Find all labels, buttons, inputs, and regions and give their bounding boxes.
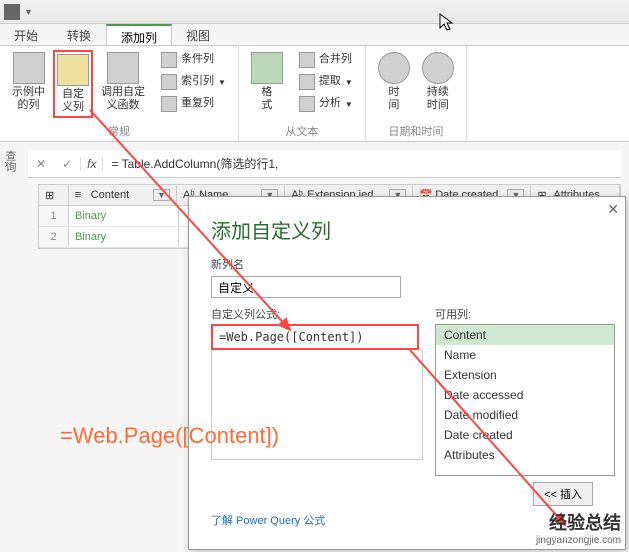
ribbon-tabs: 开始 转换 添加列 视图: [0, 24, 629, 46]
list-item[interactable]: Extension: [436, 365, 614, 385]
cell-content[interactable]: Binary: [69, 206, 179, 226]
duplicate-icon: [161, 96, 177, 112]
watermark-en: jingyanzongjie.com: [536, 535, 621, 546]
list-item[interactable]: Content: [436, 325, 614, 345]
condition-icon: [161, 52, 177, 68]
cell-content[interactable]: Binary: [69, 227, 179, 247]
group-label-general: 常规: [8, 123, 230, 139]
filter-icon[interactable]: ▼: [153, 189, 170, 201]
ribbon-group-general: 示例中的列 自定义列 调用自定义函数 条件列 索引列▼ 重复列 常规: [0, 46, 239, 141]
table-icon: [13, 52, 45, 84]
annotation-text: =Web.Page([Content]): [60, 423, 279, 449]
list-item[interactable]: Attributes: [436, 445, 614, 465]
watermark-cn: 经验总结: [536, 509, 621, 535]
example-column-button[interactable]: 示例中的列: [8, 50, 49, 118]
duplicate-column-button[interactable]: 重复列: [157, 94, 230, 114]
queries-pane-label[interactable]: 查询: [2, 150, 22, 172]
watermark: 经验总结 jingyanzongjie.com: [536, 509, 621, 546]
ribbon: 示例中的列 自定义列 调用自定义函数 条件列 索引列▼ 重复列 常规 格式 合并…: [0, 46, 629, 142]
binary-icon: ≡: [75, 189, 87, 201]
cancel-icon[interactable]: ✕: [28, 157, 54, 171]
list-item[interactable]: Date accessed: [436, 385, 614, 405]
dropdown-icon[interactable]: ▼: [24, 7, 33, 17]
row-number: 2: [39, 227, 69, 247]
merge-icon: [299, 52, 315, 68]
ribbon-group-text: 格式 合并列 提取▼ 分析▼ 从文本: [239, 46, 366, 141]
clock-icon: [378, 52, 410, 84]
add-custom-column-dialog: ✕ 添加自定义列 新列名 自定义列公式: =Web.Page([Content]…: [188, 196, 626, 550]
formula-input[interactable]: =Web.Page([Content]): [211, 324, 419, 350]
duration-button[interactable]: 持续时间: [418, 50, 458, 114]
tab-home[interactable]: 开始: [0, 24, 53, 45]
ribbon-group-datetime: 时间 持续时间 日期和时间: [366, 46, 467, 141]
list-item[interactable]: Date created: [436, 425, 614, 445]
dialog-title: 添加自定义列: [189, 197, 625, 252]
tab-add-column[interactable]: 添加列: [106, 24, 172, 45]
group-label-datetime: 日期和时间: [374, 123, 458, 139]
parse-icon: [299, 96, 315, 112]
tab-transform[interactable]: 转换: [53, 24, 106, 45]
check-icon[interactable]: ✓: [54, 157, 80, 171]
fx-label: fx: [80, 157, 103, 171]
app-icon: [4, 4, 20, 20]
available-columns-list[interactable]: Content Name Extension Date accessed Dat…: [435, 324, 615, 476]
custom-column-button[interactable]: 自定义列: [53, 50, 93, 118]
formula-bar: ✕ ✓ fx = Table.AddColumn(筛选的行1,: [28, 150, 621, 178]
index-icon: [161, 74, 177, 90]
label-available: 可用列:: [435, 302, 615, 324]
tab-view[interactable]: 视图: [172, 24, 225, 45]
format-icon: [251, 52, 283, 84]
time-button[interactable]: 时间: [374, 50, 414, 114]
col-content[interactable]: ≡Content▼: [69, 185, 177, 205]
invoke-function-button[interactable]: 调用自定义函数: [97, 50, 149, 118]
extract-icon: [299, 74, 315, 90]
extract-button[interactable]: 提取▼: [295, 72, 357, 92]
group-label-text: 从文本: [247, 123, 357, 139]
list-item[interactable]: Date modified: [436, 405, 614, 425]
parse-button[interactable]: 分析▼: [295, 94, 357, 114]
sparkle-icon: [57, 54, 89, 86]
label-new-column: 新列名: [189, 252, 625, 274]
format-button[interactable]: 格式: [247, 50, 287, 114]
stopwatch-icon: [422, 52, 454, 84]
index-column-button[interactable]: 索引列▼: [157, 72, 230, 92]
label-formula: 自定义列公式:: [211, 302, 423, 324]
table-icon: ⊞: [45, 189, 57, 201]
list-item[interactable]: Name: [436, 345, 614, 365]
merge-columns-button[interactable]: 合并列: [295, 50, 357, 70]
row-header-corner[interactable]: ⊞: [39, 185, 69, 205]
formula-text[interactable]: = Table.AddColumn(筛选的行1,: [103, 155, 621, 172]
close-icon[interactable]: ✕: [607, 201, 619, 218]
row-number: 1: [39, 206, 69, 226]
column-name-input[interactable]: [211, 276, 401, 298]
fx-icon: [107, 52, 139, 84]
title-bar: ▼: [0, 0, 629, 24]
conditional-column-button[interactable]: 条件列: [157, 50, 230, 70]
insert-button[interactable]: << 插入: [533, 482, 593, 506]
